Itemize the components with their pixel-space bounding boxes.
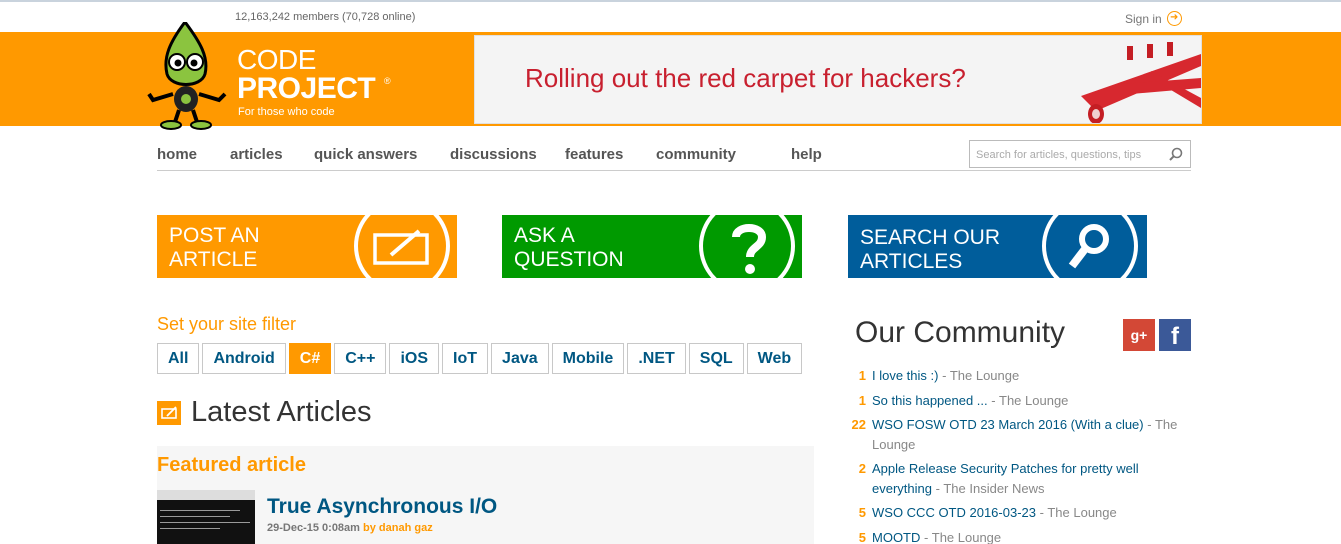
separator: -	[1039, 505, 1044, 520]
thread-link[interactable]: WSO FOSW OTD 23 March 2016 (With a clue)	[872, 417, 1144, 432]
separator: -	[942, 368, 947, 383]
separator: -	[1147, 417, 1152, 432]
main-nav: home articles quick answers discussions …	[157, 140, 1191, 171]
filter-mobile[interactable]: Mobile	[551, 343, 625, 374]
edit-icon	[373, 229, 429, 265]
thread-link[interactable]: MOOTD	[872, 530, 920, 544]
latest-articles-heading: Latest Articles	[191, 396, 372, 428]
bob-mascot-icon[interactable]	[145, 22, 230, 134]
nav-help[interactable]: help	[791, 146, 822, 163]
arrow-right-icon[interactable]: ➜	[1166, 11, 1182, 26]
nav-articles[interactable]: articles	[230, 146, 283, 163]
filter-dotnet[interactable]: .NET	[627, 343, 686, 374]
list-item: 2 Apple Release Security Patches for pre…	[848, 459, 1188, 498]
thread-link[interactable]: I love this :)	[872, 368, 938, 383]
list-item: 1 I love this :) - The Lounge	[848, 366, 1188, 386]
article-by: by	[363, 522, 376, 534]
search-icon[interactable]	[1169, 147, 1183, 161]
filter-android[interactable]: Android	[202, 343, 286, 374]
sign-in-link[interactable]: Sign in ➜	[1125, 11, 1182, 26]
separator: -	[991, 392, 996, 408]
filter-iot[interactable]: IoT	[442, 343, 489, 374]
logo-tagline: For those who code	[238, 106, 335, 118]
featured-article-title[interactable]: True Asynchronous I/O	[267, 495, 497, 519]
site-logo[interactable]: CODE PROJECT ® For those who code	[237, 44, 391, 119]
reply-count: 22	[851, 417, 866, 432]
logo-line-1: CODE	[237, 44, 316, 75]
list-item: 5 MOOTD - The Lounge	[848, 528, 1188, 544]
filter-web[interactable]: Web	[746, 343, 803, 374]
nav-features[interactable]: features	[565, 146, 623, 163]
thread-link[interactable]: So this happened ...	[872, 393, 988, 408]
reply-count: 2	[858, 461, 866, 476]
filter-sql[interactable]: SQL	[688, 343, 744, 374]
logo-registered: ®	[384, 76, 391, 86]
google-plus-icon[interactable]: g+	[1123, 319, 1155, 351]
nav-community[interactable]: community	[656, 146, 736, 163]
reply-count: 5	[858, 529, 866, 544]
logo-line-2: PROJECT	[237, 72, 376, 105]
filter-all[interactable]: All	[157, 343, 200, 374]
featured-article: Featured article True Asynchronous I/O 2…	[157, 446, 814, 544]
advertisement-banner[interactable]: Rolling out the red carpet for hackers?	[474, 35, 1202, 124]
forum-link[interactable]: The Lounge	[999, 393, 1068, 408]
facebook-icon[interactable]: f	[1159, 319, 1191, 351]
separator: -	[935, 480, 940, 496]
search-articles-label[interactable]: SEARCH OUR ARTICLES	[860, 226, 1000, 274]
magnifier-icon	[1068, 224, 1109, 269]
ad-headline[interactable]: Rolling out the red carpet for hackers?	[525, 63, 966, 94]
community-list: 1 I love this :) - The Lounge 1 So this …	[848, 366, 1188, 544]
ask-question-button[interactable]: ASK A QUESTION	[502, 215, 802, 278]
filter-cpp[interactable]: C++	[334, 343, 387, 374]
community-heading: Our Community	[855, 316, 1066, 349]
sign-in-label[interactable]: Sign in	[1125, 12, 1162, 26]
reply-count: 5	[858, 505, 866, 520]
list-item: 1 So this happened ... - The Lounge	[848, 391, 1188, 411]
filter-csharp[interactable]: C#	[288, 343, 332, 374]
nav-discussions[interactable]: discussions	[450, 146, 537, 163]
article-author[interactable]: danah gaz	[379, 522, 433, 534]
forum-link[interactable]: The Lounge	[1047, 505, 1116, 520]
reply-count: 1	[858, 392, 866, 408]
article-icon	[157, 401, 181, 425]
search-articles-button[interactable]: SEARCH OUR ARTICLES	[848, 215, 1147, 278]
nav-quick-answers[interactable]: quick answers	[314, 146, 417, 163]
forum-link[interactable]: The Lounge	[932, 530, 1001, 544]
question-mark-icon	[732, 224, 766, 274]
site-filter-label: Set your site filter	[157, 314, 297, 334]
post-article-button[interactable]: POST AN ARTICLE	[157, 215, 457, 278]
article-thumbnail[interactable]	[157, 490, 255, 544]
nav-home[interactable]: home	[157, 146, 197, 163]
ask-question-label[interactable]: ASK A QUESTION	[514, 224, 624, 272]
forum-link[interactable]: The Lounge	[950, 368, 1019, 383]
reply-count: 1	[858, 368, 866, 383]
article-date: 29-Dec-15 0:08am	[267, 522, 360, 534]
forum-link[interactable]: The Insider News	[943, 481, 1044, 496]
member-count: 12,163,242 members (70,728 online)	[235, 11, 416, 23]
search-input[interactable]	[976, 147, 1161, 163]
top-border	[0, 0, 1341, 2]
search-box	[969, 140, 1191, 168]
site-filter-group: All Android C# C++ iOS IoT Java Mobile .…	[157, 343, 803, 374]
featured-article-label: Featured article	[157, 454, 306, 476]
thread-link[interactable]: WSO CCC OTD 2016-03-23	[872, 505, 1036, 520]
red-carpet-icon	[1061, 36, 1201, 123]
featured-article-meta: 29-Dec-15 0:08am by danah gaz	[267, 522, 433, 534]
filter-ios[interactable]: iOS	[389, 343, 440, 374]
filter-java[interactable]: Java	[491, 343, 549, 374]
list-item: 5 WSO CCC OTD 2016-03-23 - The Lounge	[848, 503, 1188, 523]
list-item: 22 WSO FOSW OTD 23 March 2016 (With a cl…	[848, 415, 1188, 454]
post-article-label[interactable]: POST AN ARTICLE	[169, 224, 260, 272]
separator: -	[924, 529, 929, 544]
